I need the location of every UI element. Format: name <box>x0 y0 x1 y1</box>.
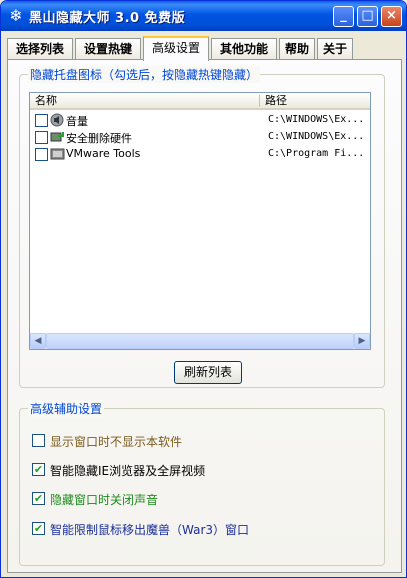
safely-remove-hardware-icon <box>49 130 65 144</box>
horizontal-scrollbar[interactable]: ◀ ▶ <box>30 333 370 349</box>
row-path: C:\Program Fi... <box>268 148 365 159</box>
option-mute-on-hide[interactable]: ✔ 隐藏窗口时关闭声音 <box>32 491 352 507</box>
row-path: C:\WINDOWS\Ex... <box>268 131 365 142</box>
list-item[interactable]: 安全删除硬件 C:\WINDOWS\Ex... <box>30 129 370 146</box>
row-checkbox[interactable] <box>35 114 48 127</box>
option-label: 隐藏窗口时关闭声音 <box>50 493 159 507</box>
speaker-icon <box>49 113 65 127</box>
row-name: VMware Tools <box>66 147 141 160</box>
tab-strip: 选择列表 设置热键 高级设置 其他功能 帮助 关于 <box>7 36 402 61</box>
advanced-assist-group: 高级辅助设置 显示窗口时不显示本软件 ✔ 智能隐藏IE浏览器及全屏视频 ✔ 隐藏… <box>19 400 385 566</box>
advanced-assist-group-title: 高级辅助设置 <box>28 400 105 417</box>
title-bar[interactable]: ❄ 黑山隐藏大师 3.0 免费版 _ □ × <box>1 1 406 31</box>
column-header-path[interactable]: 路径 <box>260 94 370 109</box>
tray-icons-group: 隐藏托盘图标（勾选后，按隐藏热键隐藏） 名称 路径 音量 C:\WINDOWS\… <box>19 66 385 388</box>
tab-select-list[interactable]: 选择列表 <box>7 38 73 60</box>
option-checkbox[interactable]: ✔ <box>32 522 45 535</box>
tray-icon-list[interactable]: 名称 路径 音量 C:\WINDOWS\Ex... 安全删除硬件 C:\WIND… <box>29 92 371 350</box>
window-title: 黑山隐藏大师 3.0 免费版 <box>29 11 186 26</box>
option-hide-self-when-showing[interactable]: 显示窗口时不显示本软件 <box>32 433 352 449</box>
tab-help[interactable]: 帮助 <box>279 38 315 60</box>
minimize-button[interactable]: _ <box>333 6 354 27</box>
option-label: 显示窗口时不显示本软件 <box>50 435 183 449</box>
option-checkbox[interactable]: ✔ <box>32 492 45 505</box>
tab-advanced-settings[interactable]: 高级设置 <box>143 36 209 61</box>
option-label: 智能限制鼠标移出魔兽（War3）窗口 <box>50 523 250 537</box>
tray-icons-group-title: 隐藏托盘图标（勾选后，按隐藏热键隐藏） <box>28 66 261 83</box>
option-checkbox[interactable]: ✔ <box>32 463 45 476</box>
tab-hotkey-settings[interactable]: 设置热键 <box>75 38 141 60</box>
option-checkbox[interactable] <box>32 434 45 447</box>
option-smart-hide-ie-fullscreen[interactable]: ✔ 智能隐藏IE浏览器及全屏视频 <box>32 462 352 478</box>
row-checkbox[interactable] <box>35 131 48 144</box>
option-label: 智能隐藏IE浏览器及全屏视频 <box>50 464 206 478</box>
row-checkbox[interactable] <box>35 148 48 161</box>
list-item[interactable]: VMware Tools C:\Program Fi... <box>30 146 370 163</box>
row-path: C:\WINDOWS\Ex... <box>268 114 365 125</box>
tab-about[interactable]: 关于 <box>317 38 353 60</box>
row-name: 安全删除硬件 <box>66 132 132 145</box>
tab-other-functions[interactable]: 其他功能 <box>211 38 277 60</box>
column-header-name[interactable]: 名称 <box>30 94 259 109</box>
option-limit-mouse-war3[interactable]: ✔ 智能限制鼠标移出魔兽（War3）窗口 <box>32 521 352 537</box>
vmware-tools-icon <box>49 147 65 161</box>
scrollbar-thumb[interactable] <box>46 333 354 349</box>
scroll-left-arrow-icon[interactable]: ◀ <box>30 333 46 349</box>
maximize-button[interactable]: □ <box>357 6 378 27</box>
snowflake-icon: ❄ <box>9 6 23 25</box>
advanced-settings-panel: 隐藏托盘图标（勾选后，按隐藏热键隐藏） 名称 路径 音量 C:\WINDOWS\… <box>7 59 402 573</box>
row-name: 音量 <box>66 115 88 128</box>
scroll-right-arrow-icon[interactable]: ▶ <box>354 333 370 349</box>
list-item[interactable]: 音量 C:\WINDOWS\Ex... <box>30 112 370 129</box>
app-window: ❄ 黑山隐藏大师 3.0 免费版 _ □ × 选择列表 设置热键 高级设置 其他… <box>0 0 407 578</box>
refresh-list-button[interactable]: 刷新列表 <box>174 361 242 384</box>
close-button[interactable]: × <box>381 6 402 27</box>
list-header: 名称 路径 <box>30 93 370 110</box>
